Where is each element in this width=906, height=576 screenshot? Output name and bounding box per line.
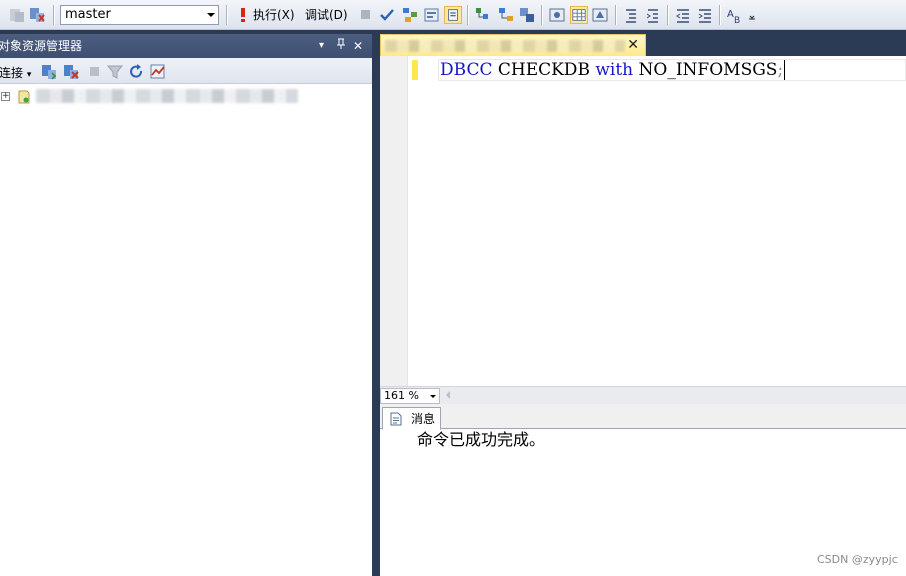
query-options-icon[interactable]	[444, 6, 462, 24]
main-toolbar: master 执行(X) 调试(D) A B	[0, 0, 906, 30]
code-keyword: DBCC	[440, 60, 493, 80]
toolbar-separator	[667, 5, 668, 25]
watermark: CSDN @zyypjc	[817, 553, 898, 566]
filter-icon[interactable]	[106, 63, 124, 81]
object-explorer-title-bar: 对象资源管理器 ▾ ✕	[0, 34, 372, 58]
tab-messages[interactable]: 消息	[382, 407, 441, 430]
object-explorer-title: 对象资源管理器	[0, 39, 83, 53]
activity-monitor-icon[interactable]	[149, 63, 167, 81]
results-to-file-icon[interactable]	[591, 6, 609, 24]
scroll-left-icon[interactable]	[446, 391, 450, 399]
zoom-select[interactable]: 161 %	[380, 388, 440, 404]
execute-icon[interactable]	[234, 6, 252, 24]
results-to-grid-icon[interactable]	[570, 6, 588, 24]
toolbar-separator	[541, 5, 542, 25]
toolbar-separator	[53, 5, 54, 25]
messages-tab-label: 消息	[411, 412, 436, 426]
stop-query-icon[interactable]	[8, 6, 26, 24]
text-caret	[784, 60, 786, 80]
comment-out-icon[interactable]	[622, 6, 640, 24]
client-statistics-icon[interactable]	[518, 6, 536, 24]
chevron-down-icon	[430, 395, 436, 398]
database-select-value: master	[65, 7, 111, 22]
toolbar-separator	[467, 5, 468, 25]
document-tabstrip: ✕	[380, 30, 906, 56]
execute-button[interactable]: 执行(X)	[253, 7, 295, 23]
connect-object-explorer-icon[interactable]	[40, 63, 58, 81]
object-explorer-toolbar: 连接 ▾	[0, 58, 372, 84]
parse-checkmark-icon[interactable]	[378, 6, 396, 24]
code-identifier: CHECKDB	[497, 60, 590, 80]
svg-text:A: A	[727, 9, 734, 20]
intellisense-icon[interactable]	[474, 6, 492, 24]
decrease-indent-icon[interactable]	[674, 6, 692, 24]
results-tabbar: 消息	[380, 404, 906, 430]
connect-label: 连接	[0, 66, 24, 80]
editor-gutter	[380, 56, 408, 386]
window-position-dropdown-icon[interactable]: ▾	[319, 38, 324, 54]
display-estimated-plan-icon[interactable]	[401, 6, 419, 24]
zoom-value: 161 %	[384, 389, 419, 402]
debug-button[interactable]: 调试(D)	[305, 7, 348, 23]
include-actual-plan-icon[interactable]	[497, 6, 515, 24]
close-icon[interactable]: ✕	[353, 38, 363, 54]
result-message: 命令已成功完成。	[417, 430, 546, 449]
server-node-label[interactable]	[36, 89, 298, 103]
code-line[interactable]: DBCC CHECKDB with NO_INFOMSGS;	[440, 60, 786, 80]
panel-splitter[interactable]	[372, 30, 380, 576]
code-keyword: with	[595, 60, 634, 80]
cancel-execution-icon[interactable]	[357, 6, 375, 24]
code-option: NO_INFOMSGS	[638, 60, 778, 80]
object-explorer-tree: +	[0, 84, 372, 576]
pin-icon[interactable]	[336, 38, 346, 54]
stop-icon[interactable]	[86, 63, 104, 81]
message-icon	[390, 412, 402, 426]
svg-text:B: B	[734, 16, 740, 24]
change-tracking-marker	[412, 60, 418, 80]
results-to-text-icon[interactable]	[548, 6, 566, 24]
query-tab-title	[385, 40, 625, 52]
uncomment-icon[interactable]	[644, 6, 662, 24]
editor-status-bar: 161 %	[380, 386, 906, 404]
close-icon[interactable]: ✕	[627, 37, 639, 53]
increase-indent-icon[interactable]	[696, 6, 714, 24]
chevron-down-icon	[207, 13, 215, 17]
connect-button[interactable]: 连接 ▾	[0, 64, 31, 81]
code-semicolon: ;	[777, 60, 784, 80]
query-designer-icon[interactable]	[423, 6, 441, 24]
expand-icon[interactable]: +	[1, 92, 10, 101]
change-connection-icon[interactable]	[28, 6, 46, 24]
results-pane: 消息 命令已成功完成。	[380, 404, 906, 576]
toolbar-overflow-icon[interactable]	[748, 14, 756, 22]
toolbar-separator	[226, 5, 227, 25]
query-editor[interactable]: DBCC CHECKDB with NO_INFOMSGS;	[380, 56, 906, 386]
refresh-icon[interactable]	[127, 63, 145, 81]
specify-template-values-icon[interactable]: A B	[726, 6, 744, 24]
database-select[interactable]: master	[60, 5, 219, 25]
query-document-tab[interactable]: ✕	[380, 34, 646, 56]
toolbar-separator	[719, 5, 720, 25]
chevron-down-icon: ▾	[26, 70, 32, 80]
toolbar-separator	[615, 5, 616, 25]
server-icon	[18, 90, 30, 104]
disconnect-icon[interactable]	[62, 63, 80, 81]
object-explorer-panel: 对象资源管理器 ▾ ✕ 连接 ▾ +	[0, 34, 372, 576]
